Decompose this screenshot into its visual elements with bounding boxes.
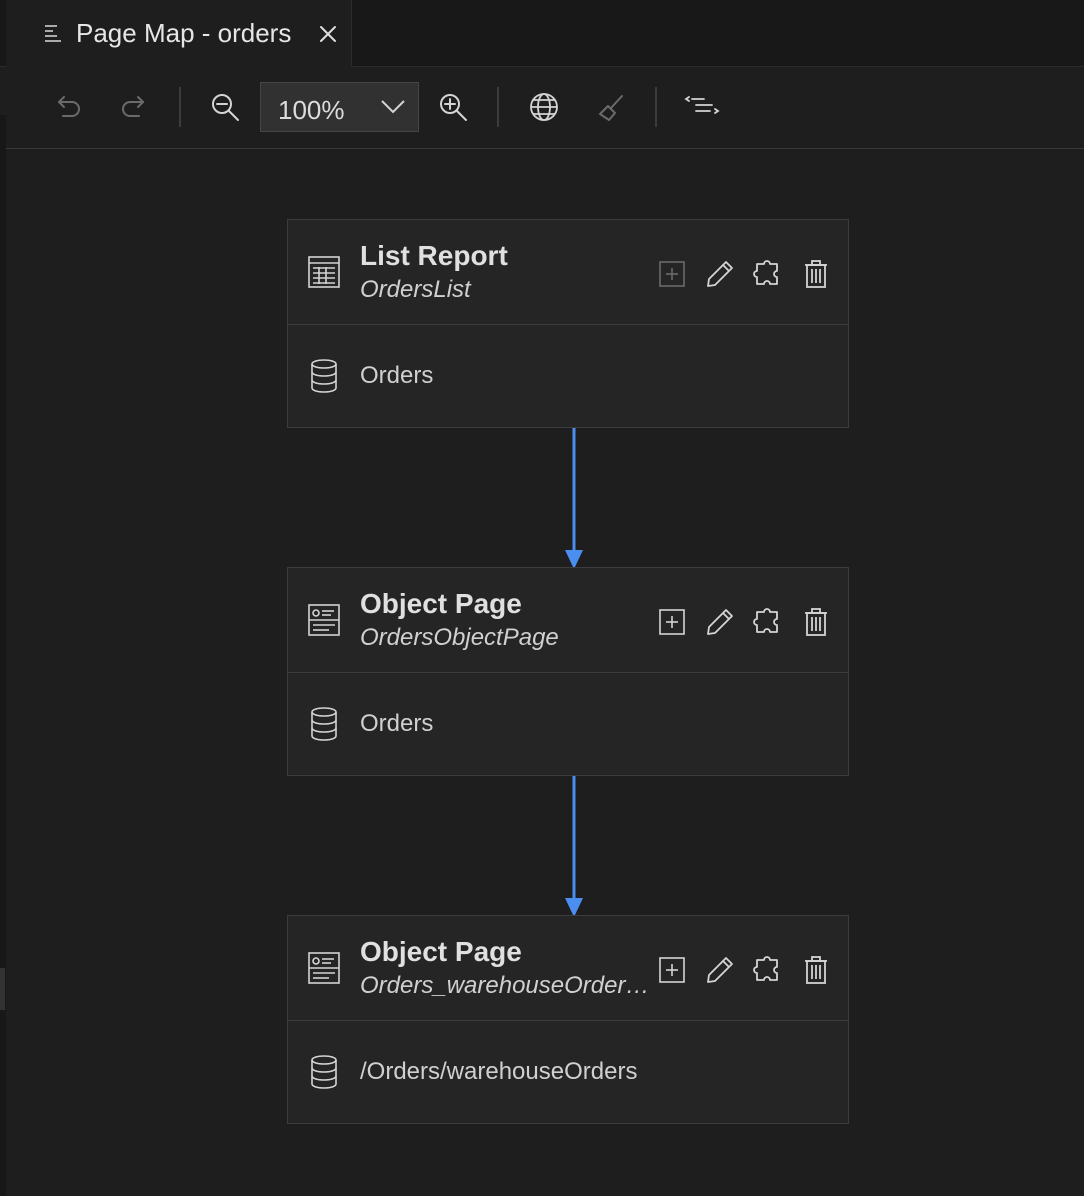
entity-set: Orders [360,710,434,737]
node-type: Object Page [360,936,522,967]
page-node-list-report[interactable]: List Report OrdersList Orders [287,219,849,428]
toolbar-separator [497,87,499,127]
node-entity-row: Orders [288,325,848,427]
redo-icon[interactable] [114,87,154,127]
database-icon [311,1055,337,1089]
sash-handle[interactable] [0,968,5,1010]
delete-icon[interactable] [800,258,832,290]
database-icon [311,359,337,393]
node-name: Orders_warehouseOrdersObjectPage [360,972,652,999]
navigation-arrow [565,428,583,569]
node-type: List Report [360,240,508,271]
node-header: List Report OrdersList [288,220,848,325]
add-icon[interactable] [656,606,688,638]
navigation-tree-icon[interactable] [682,87,722,127]
tab-bar: Page Map - orders [0,0,1084,68]
editor-tab[interactable]: Page Map - orders [6,0,352,68]
toolbar: 100% [6,67,1084,149]
page-map-icon [45,25,61,42]
add-icon[interactable] [656,954,688,986]
node-entity-row: Orders [288,673,848,775]
object-page-icon [308,604,340,636]
edit-icon[interactable] [704,954,736,986]
entity-set: /Orders/warehouseOrders [360,1058,638,1085]
extension-icon[interactable] [751,606,783,638]
globe-icon[interactable] [524,87,564,127]
node-name: OrdersList [360,276,471,303]
object-page-icon [308,952,340,984]
node-type: Object Page [360,588,522,619]
close-icon[interactable] [314,20,342,48]
extension-icon[interactable] [751,954,783,986]
add-icon[interactable] [656,258,688,290]
zoom-out-icon[interactable] [205,87,245,127]
node-header: Object Page OrdersObjectPage [288,568,848,673]
delete-icon[interactable] [800,606,832,638]
tab-title: Page Map - orders [76,18,292,48]
chevron-down-icon [381,100,405,114]
extension-icon[interactable] [751,258,783,290]
database-icon [311,707,337,741]
zoom-value: 100% [278,95,345,125]
zoom-in-icon[interactable] [433,87,473,127]
entity-set: Orders [360,362,434,389]
page-node-object-page[interactable]: Object Page OrdersObjectPage Orders [287,567,849,776]
delete-icon[interactable] [800,954,832,986]
node-entity-row: /Orders/warehouseOrders [288,1021,848,1123]
navigation-arrow [565,776,583,917]
list-report-icon [308,256,340,288]
broom-icon[interactable] [591,87,631,127]
toolbar-separator [179,87,181,127]
edit-icon[interactable] [704,606,736,638]
node-header: Object Page Orders_warehouseOrdersObject… [288,916,848,1021]
node-name: OrdersObjectPage [360,624,559,651]
zoom-select[interactable]: 100% [260,82,419,132]
page-node-object-page[interactable]: Object Page Orders_warehouseOrdersObject… [287,915,849,1124]
edit-icon[interactable] [704,258,736,290]
undo-icon[interactable] [48,87,88,127]
toolbar-separator [655,87,657,127]
